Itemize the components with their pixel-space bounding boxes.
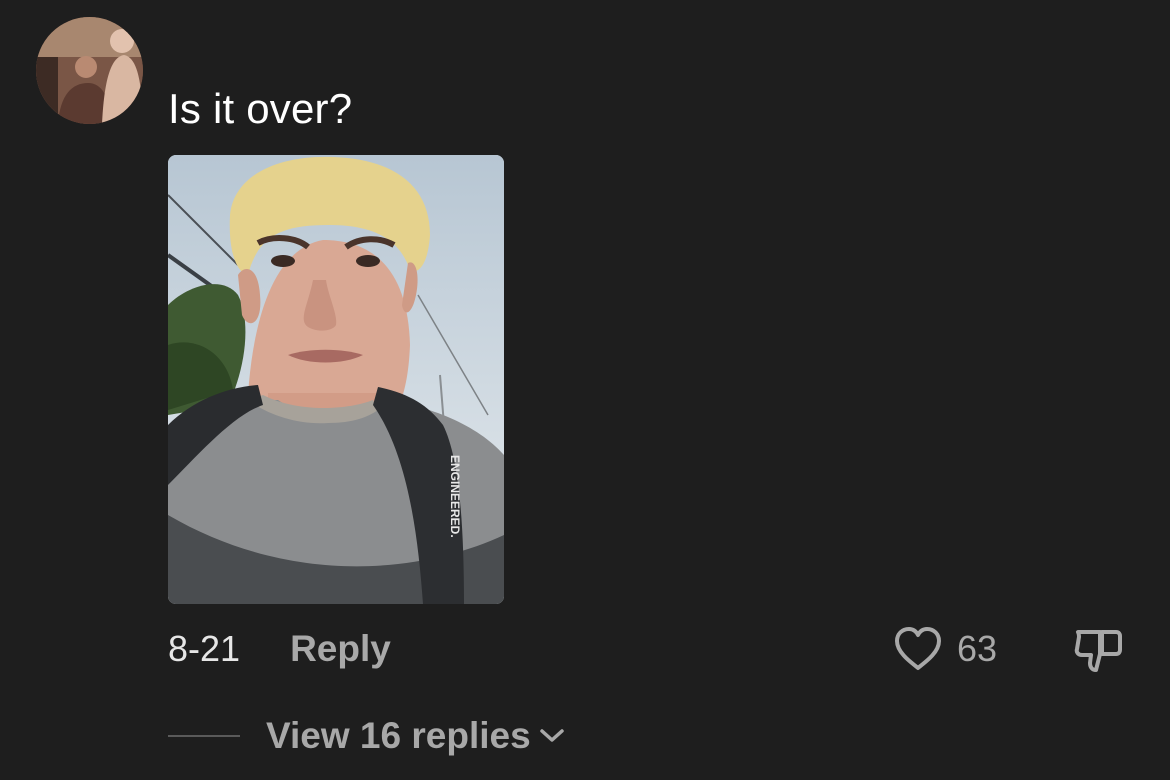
chevron-down-icon [539, 729, 564, 742]
divider [168, 735, 240, 737]
comment-date: 8-21 [168, 628, 241, 669]
avatar-image [36, 17, 143, 124]
svg-text:ENGINEERED.: ENGINEERED. [448, 455, 462, 538]
view-replies-button[interactable]: View 16 replies [266, 715, 565, 757]
dislike-button[interactable] [1072, 624, 1124, 674]
comment-photo[interactable]: ENGINEERED. [168, 155, 504, 604]
comment-item: Is it over? ENGINEERED. 8-21 Reply 63 Vi… [0, 0, 1170, 780]
like-count: 63 [957, 628, 998, 669]
selfie-image: ENGINEERED. [168, 155, 504, 604]
heart-outline-icon [895, 627, 941, 670]
reply-button[interactable]: Reply [290, 628, 391, 670]
comment-text: Is it over? [168, 85, 353, 132]
view-replies-row: View 16 replies [168, 712, 565, 760]
like-button[interactable]: 63 [893, 624, 997, 674]
comment-meta: 8-21 Reply [168, 624, 391, 674]
thumbs-down-icon [1074, 630, 1122, 672]
avatar[interactable] [36, 17, 143, 124]
view-replies-label: View 16 replies [266, 715, 531, 756]
